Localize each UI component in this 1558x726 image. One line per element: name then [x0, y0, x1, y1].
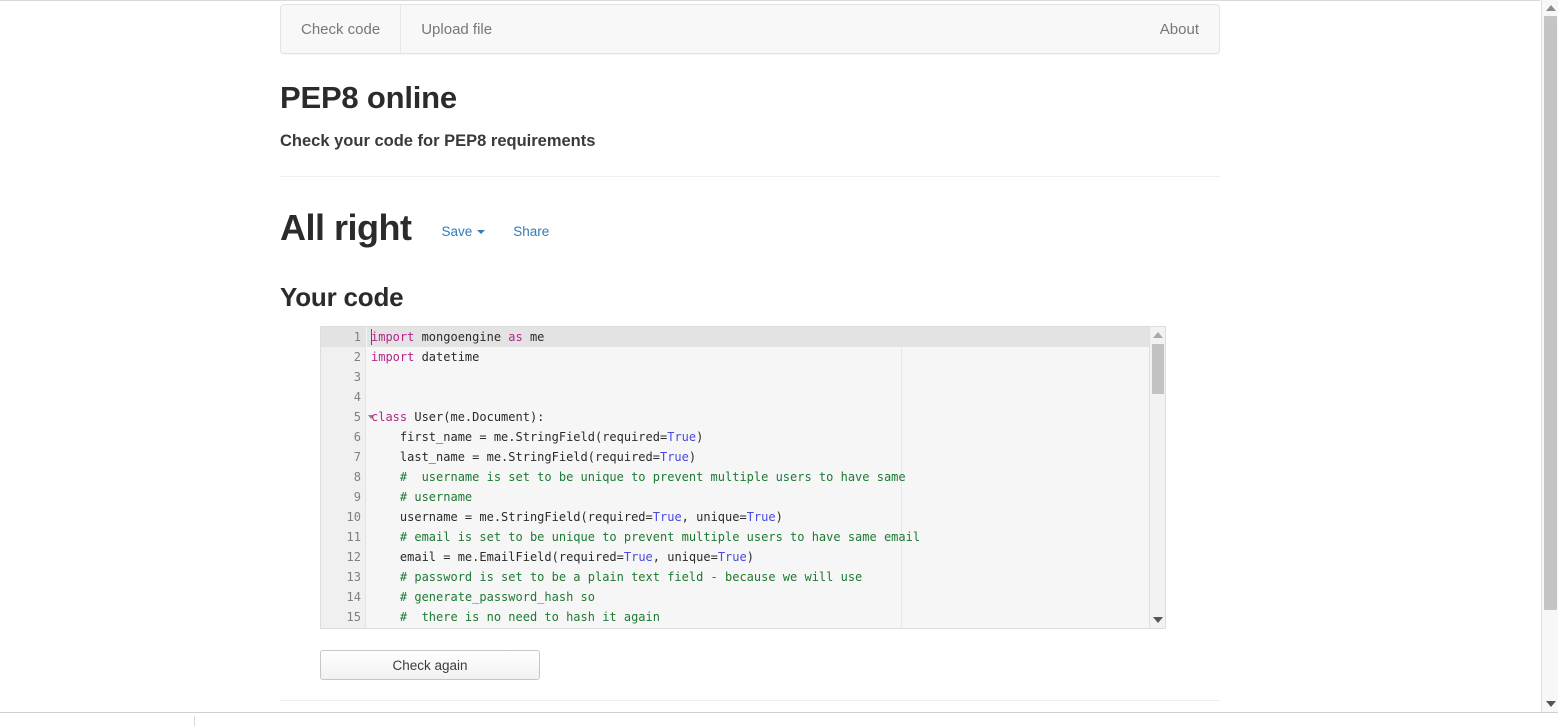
editor-line-number: 6: [353, 430, 361, 444]
editor-line-number: 11: [346, 530, 361, 544]
chevron-down-icon: [477, 229, 486, 234]
code-token: # generate_password_hash so: [371, 590, 595, 604]
editor-code-line: class User(me.Document):: [367, 407, 1165, 427]
editor-line-number: 5: [321, 407, 374, 427]
editor-code-line: [367, 387, 1165, 407]
code-editor-inner: 1 2 3 4 5 6 7 8 9 10 11 12 13 14 15 import mongoengine…: [321, 327, 1165, 628]
code-token: me: [522, 330, 545, 344]
code-token: , unique=: [652, 550, 718, 564]
code-token: ): [775, 510, 783, 524]
editor-line-number: 7: [353, 450, 361, 464]
footer-divider: [280, 700, 1220, 701]
editor-code-line: # username: [367, 487, 1165, 507]
editor-line-number-gutter: 1 2 3 4 5 6 7 8 9 10 11 12 13 14 15: [321, 327, 374, 628]
editor-line-number: 1: [321, 327, 365, 347]
editor-code-line: first_name = me.StringField(required=Tru…: [367, 427, 1165, 447]
editor-code-line: import mongoengine as me: [367, 327, 1165, 347]
result-status-title: All right: [280, 207, 412, 248]
editor-line-number: 4: [353, 390, 361, 404]
editor-scrollbar-thumb[interactable]: [1152, 344, 1164, 394]
page-container: Check code Upload file About PEP8 online…: [280, 0, 1220, 313]
editor-line-number: 12: [346, 550, 361, 564]
editor-code-line: username = me.StringField(required=True,…: [367, 507, 1165, 527]
editor-code-line: [367, 367, 1165, 387]
editor-line-number: 9: [353, 490, 361, 504]
save-label: Save: [441, 224, 473, 239]
code-token: first_name = me.StringField(required=: [371, 430, 668, 444]
main-navbar: Check code Upload file About: [280, 4, 1220, 54]
editor-vertical-scrollbar[interactable]: [1149, 327, 1165, 628]
browser-vertical-scrollbar[interactable]: [1541, 0, 1558, 712]
editor-code-line: import datetime: [367, 347, 1165, 367]
nav-item-check-code[interactable]: Check code: [281, 5, 400, 53]
code-token: class: [371, 410, 408, 424]
share-link[interactable]: Share: [513, 224, 549, 239]
editor-line-number: 15: [346, 610, 361, 624]
code-token: User(me.Document):: [407, 410, 545, 424]
code-token: mongoengine: [414, 330, 509, 344]
scroll-up-arrow-icon[interactable]: [1153, 332, 1163, 338]
editor-code-area[interactable]: import mongoengine as me import datetime …: [367, 327, 1165, 628]
editor-line-number: 2: [353, 350, 361, 364]
code-token: ): [688, 450, 697, 464]
code-editor[interactable]: 1 2 3 4 5 6 7 8 9 10 11 12 13 14 15 import mongoengine…: [320, 326, 1166, 629]
editor-code-line: # username is set to be unique to preven…: [367, 467, 1165, 487]
code-token: username = me.StringField(required=: [371, 510, 653, 524]
save-dropdown-button[interactable]: Save: [441, 224, 486, 239]
code-token: import: [371, 330, 415, 344]
editor-line-number: 14: [346, 590, 361, 604]
editor-code-line: # password is set to be a plain text fie…: [367, 567, 1165, 587]
code-token: True: [667, 430, 697, 444]
code-token: True: [746, 510, 776, 524]
editor-code-line: # there is no need to hash it again: [367, 607, 1165, 627]
code-token: # email is set to be unique to prevent m…: [371, 530, 921, 544]
navbar-left-group: Check code Upload file: [281, 5, 512, 53]
editor-code-line: # generate_password_hash so: [367, 587, 1165, 607]
code-token: , unique=: [681, 510, 747, 524]
code-token: datetime: [414, 350, 480, 364]
code-token: # password is set to be a plain text fie…: [371, 570, 863, 584]
code-token: ): [746, 550, 754, 564]
browser-scroll-up-arrow-icon[interactable]: [1545, 5, 1556, 11]
nav-item-upload-file[interactable]: Upload file: [400, 5, 512, 53]
your-code-heading: Your code: [280, 282, 404, 312]
check-again-button[interactable]: Check again: [320, 650, 540, 680]
browser-scrollbar-thumb[interactable]: [1544, 16, 1557, 610]
page-title: PEP8 online: [280, 80, 457, 115]
editor-line-number: 13: [346, 570, 361, 584]
taskbar: [0, 713, 1558, 726]
editor-code-lines: import mongoengine as me import datetime …: [367, 327, 1165, 627]
code-token: # username is set to be unique to preven…: [371, 470, 906, 484]
taskbar-tick-mark: [194, 716, 195, 726]
editor-code-line: last_name = me.StringField(required=True…: [367, 447, 1165, 467]
editor-line-number: 8: [353, 470, 361, 484]
text-cursor: [371, 329, 372, 345]
browser-viewport: Check code Upload file About PEP8 online…: [0, 0, 1558, 726]
code-token: True: [717, 550, 747, 564]
scroll-down-arrow-icon[interactable]: [1153, 617, 1163, 623]
code-token: True: [623, 550, 653, 564]
editor-code-line: email = me.EmailField(required=True, uni…: [367, 547, 1165, 567]
page-subtitle: Check your code for PEP8 requirements: [280, 132, 596, 150]
browser-scroll-down-arrow-icon[interactable]: [1545, 701, 1556, 707]
result-row: All right Save Share: [280, 207, 1220, 249]
header-divider: [280, 176, 1220, 177]
result-action-links: Save Share: [441, 224, 549, 239]
code-token: last_name = me.StringField(required=: [371, 450, 660, 464]
editor-code-line: # email is set to be unique to prevent m…: [367, 527, 1165, 547]
code-token: # there is no need to hash it again: [371, 610, 660, 624]
nav-item-about[interactable]: About: [1140, 5, 1219, 53]
code-token: ): [696, 430, 704, 444]
code-token: # username: [371, 490, 473, 504]
editor-line-number: 3: [353, 370, 361, 384]
code-token: as: [508, 330, 523, 344]
code-token: import: [371, 350, 415, 364]
editor-line-number: 10: [346, 510, 361, 524]
code-token: email = me.EmailField(required=: [371, 550, 624, 564]
code-token: True: [659, 450, 689, 464]
navbar-right-group: About: [1140, 5, 1219, 53]
code-token: True: [652, 510, 682, 524]
